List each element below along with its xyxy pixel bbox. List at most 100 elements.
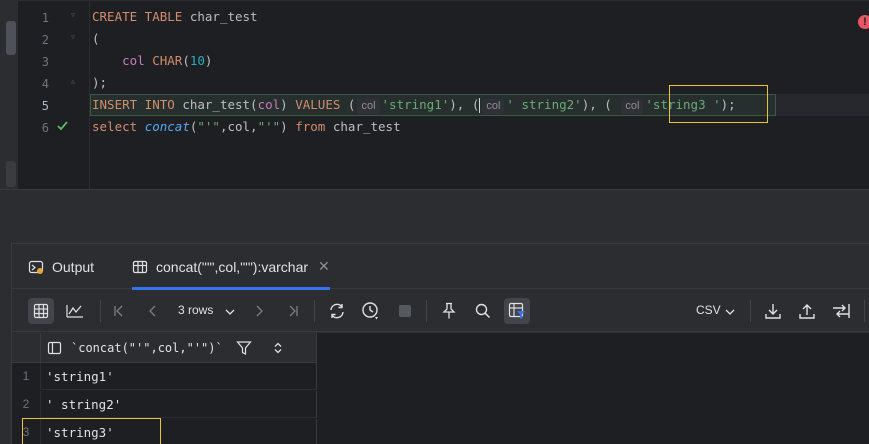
code-line-4[interactable]: ); (92, 72, 107, 94)
keyword: VALUES (295, 97, 341, 112)
editor-side-scroll-thumb-lower[interactable] (6, 161, 16, 187)
upload-icon (799, 304, 815, 319)
refresh-button[interactable] (324, 298, 350, 324)
fold-icon[interactable]: ▿ (70, 10, 76, 21)
editor-bottom-area (0, 189, 869, 243)
toolbar-separator (100, 300, 101, 322)
toolbar-separator (864, 300, 865, 322)
parameter-hint: col (482, 99, 505, 114)
grid-corner (12, 332, 41, 363)
code-line-6[interactable]: select concat("'",col,"'") from char_tes… (92, 116, 401, 138)
code-line-3[interactable]: col CHAR(10) (92, 50, 212, 72)
gutter-line-5: 5 (18, 95, 90, 117)
next-page-icon (256, 305, 263, 317)
first-page-button[interactable] (106, 298, 132, 324)
chart-view-button[interactable] (62, 298, 88, 324)
export-format-selector[interactable]: CSV (696, 303, 721, 317)
row-number: 1 (12, 363, 41, 390)
parameter-hint: col (357, 99, 380, 114)
tab-output-label: Output (52, 258, 95, 275)
keyword: INSERT INTO (92, 97, 175, 112)
line-number: 1 (41, 11, 49, 25)
keyword: from (295, 119, 326, 134)
previous-page-button[interactable] (140, 298, 166, 324)
table-row[interactable]: 1 'string1' (12, 363, 317, 390)
history-icon (362, 302, 378, 320)
stop-button[interactable] (392, 298, 418, 324)
stop-icon (399, 305, 411, 317)
code-line-5[interactable]: INSERT INTO char_test(col) VALUES (col's… (92, 94, 736, 116)
history-button[interactable] (358, 298, 384, 324)
filter-toggle-button[interactable] (504, 298, 530, 324)
sort-icon[interactable] (273, 341, 283, 355)
toolbar-separator (314, 300, 315, 322)
chart-icon (66, 305, 83, 318)
filter-icon (508, 302, 525, 319)
gutter-line-4: 4 ▵ (18, 73, 90, 95)
annotation-highlight-box (22, 418, 161, 444)
download-icon (765, 304, 781, 319)
close-icon[interactable]: ✕ (318, 258, 330, 275)
punctuation: ) (204, 53, 213, 68)
table-row[interactable]: 2 ' string2' (12, 391, 317, 418)
punctuation: ( (340, 97, 356, 112)
row-number: 2 (12, 391, 41, 418)
type-keyword: CHAR (152, 53, 183, 68)
punctuation: ( (92, 31, 100, 46)
sql-editor[interactable]: 1 ▿ 2 ▿ 3 4 ▵ 5 6 CREATE TABLE char_test ( … (0, 0, 869, 190)
fold-icon[interactable]: ▵ (70, 76, 76, 87)
grid-view-button[interactable] (28, 298, 54, 324)
line-number: 2 (41, 33, 49, 47)
editor-left-strip (0, 1, 18, 190)
string-literal: 'string1' (381, 97, 450, 112)
annotation-highlight-box (669, 85, 768, 123)
function-name: concat (144, 119, 190, 134)
first-page-icon (114, 305, 123, 317)
number-literal: 10 (189, 53, 205, 68)
grid-header: `concat("'",col,"'")` (12, 332, 317, 363)
line-number-gutter: 1 ▿ 2 ▿ 3 4 ▵ 5 6 (18, 1, 90, 190)
last-page-button[interactable] (280, 298, 306, 324)
string-literal: "'" (197, 119, 220, 134)
keyword: CREATE TABLE (92, 9, 183, 24)
compare-icon (833, 304, 850, 318)
column-name: col (122, 53, 145, 68)
compare-button[interactable] (828, 298, 854, 324)
chevron-down-icon[interactable] (224, 303, 236, 322)
identifier: char_test( (174, 97, 258, 112)
pin-button[interactable] (436, 298, 462, 324)
cell-value[interactable]: 'string1' (46, 363, 114, 390)
cell-value[interactable]: ' string2' (46, 391, 121, 418)
line-number: 6 (41, 121, 49, 135)
toolbar-separator (750, 300, 751, 322)
column-header-label[interactable]: `concat("'",col,"'")` (71, 341, 223, 355)
row-count-label[interactable]: 3 rows (178, 303, 213, 317)
download-button[interactable] (760, 298, 786, 324)
editor-side-scroll-thumb[interactable] (6, 21, 16, 55)
gutter-line-3: 3 (18, 51, 90, 73)
panel-left-strip (0, 243, 12, 444)
tab-output[interactable]: Output (28, 244, 94, 289)
keyword: select (92, 119, 138, 134)
line-number: 5 (41, 99, 49, 113)
gutter-line-6: 6 (18, 117, 90, 139)
next-page-button[interactable] (246, 298, 272, 324)
upload-button[interactable] (794, 298, 820, 324)
tab-query-result[interactable]: concat("'",col,"'"):varchar ✕ (132, 244, 330, 290)
filter-icon[interactable] (235, 340, 252, 356)
code-line-2[interactable]: ( (92, 28, 100, 50)
identifier: char_test (325, 119, 401, 134)
punctuation: ) (280, 97, 296, 112)
table-icon (132, 259, 148, 275)
code-line-1[interactable]: CREATE TABLE char_test (92, 6, 258, 28)
result-toolbar: 3 rows CSV (12, 290, 869, 332)
previous-page-icon (149, 305, 156, 317)
search-button[interactable] (470, 298, 496, 324)
error-icon[interactable]: ! (858, 15, 869, 29)
chevron-down-icon[interactable] (724, 303, 736, 322)
fold-icon[interactable]: ▿ (70, 32, 76, 43)
punctuation: ( (182, 53, 190, 68)
parameter-hint: col (621, 99, 644, 114)
